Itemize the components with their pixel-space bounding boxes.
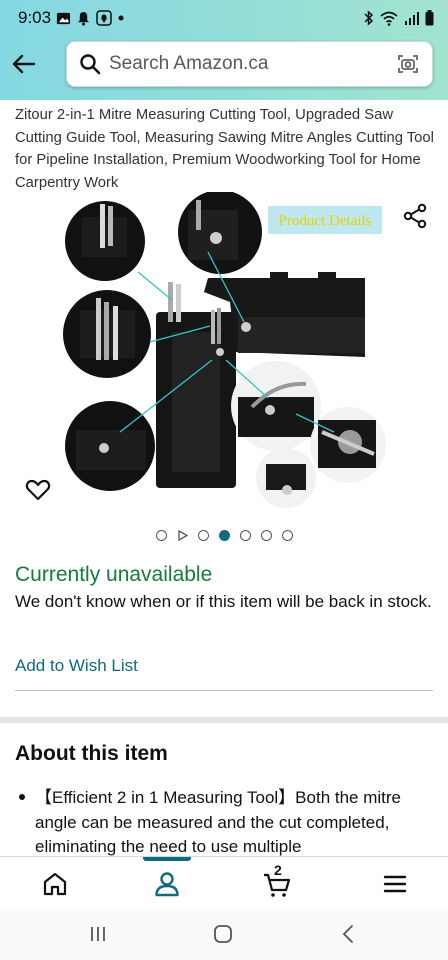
- status-time: 9:03: [18, 8, 52, 27]
- home-icon[interactable]: [40, 869, 70, 899]
- wifi-icon: [380, 11, 398, 26]
- back-arrow-icon[interactable]: [10, 50, 38, 78]
- notification-bell-icon: [77, 11, 90, 26]
- heart-icon[interactable]: [25, 478, 51, 502]
- menu-icon[interactable]: [380, 869, 410, 899]
- search-icon: [80, 54, 101, 75]
- product-details-overlay: Product Details: [279, 213, 372, 229]
- bottom-nav: 2: [0, 856, 448, 908]
- bluetooth-icon: [364, 10, 374, 26]
- carousel-dot[interactable]: [197, 530, 209, 541]
- signal-icon: [405, 12, 419, 25]
- status-bar: 9:03: [0, 0, 448, 36]
- system-back-icon[interactable]: [337, 922, 361, 946]
- search-input[interactable]: [109, 50, 389, 78]
- recent-apps-icon[interactable]: [86, 922, 110, 946]
- availability-status: Currently unavailable: [15, 563, 213, 586]
- camera-scan-icon[interactable]: [396, 52, 420, 76]
- about-bullet: 【Efficient 2 in 1 Measuring Tool】Both th…: [35, 788, 401, 856]
- image-icon: [56, 12, 71, 24]
- product-image[interactable]: Product Details: [0, 192, 448, 512]
- status-right-icons: [363, 10, 434, 26]
- video-play-icon[interactable]: [177, 530, 188, 541]
- divider: [15, 690, 433, 691]
- carousel-dot[interactable]: [155, 530, 167, 541]
- about-heading: About this item: [15, 742, 168, 765]
- active-tab-indicator: [143, 857, 191, 861]
- app-header: 9:03: [0, 0, 448, 100]
- carousel-dot-active[interactable]: [218, 530, 230, 541]
- status-left-icons: [56, 10, 124, 26]
- account-icon[interactable]: [152, 869, 182, 899]
- location-icon: [96, 10, 112, 26]
- android-system-nav: [0, 908, 448, 960]
- cart-count-badge: 2: [274, 862, 282, 878]
- image-carousel-indicator: [0, 530, 448, 541]
- section-divider: [0, 717, 448, 723]
- share-icon[interactable]: [402, 203, 428, 229]
- product-title: Zitour 2-in-1 Mitre Measuring Cutting To…: [15, 107, 434, 191]
- availability-message: We don't know when or if this item will …: [15, 592, 432, 611]
- carousel-dot[interactable]: [239, 530, 251, 541]
- dot-icon: [118, 15, 124, 21]
- add-to-wishlist-link[interactable]: Add to Wish List: [15, 656, 138, 676]
- carousel-dot[interactable]: [260, 530, 272, 541]
- bullet-dot: [19, 794, 25, 800]
- search-box[interactable]: [66, 41, 433, 87]
- battery-icon: [425, 10, 434, 26]
- carousel-dot[interactable]: [281, 530, 293, 541]
- home-button-icon[interactable]: [211, 922, 235, 946]
